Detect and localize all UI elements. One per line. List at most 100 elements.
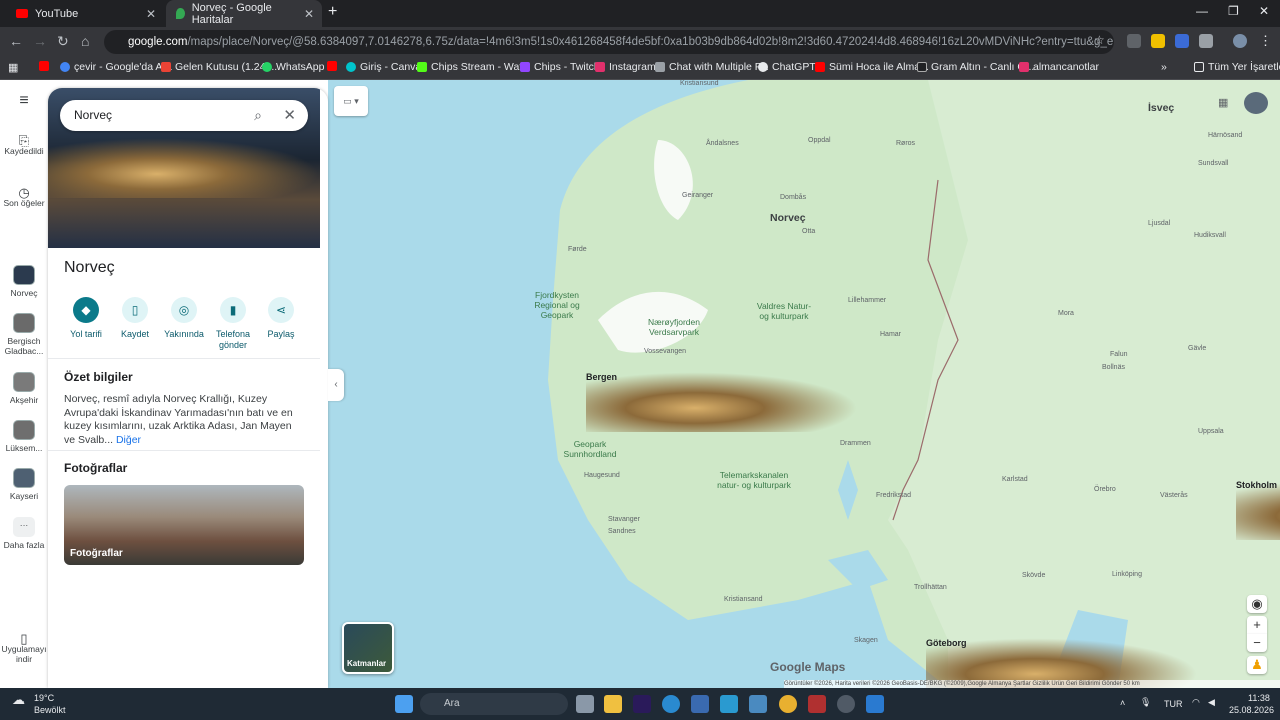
rail-item-luxembourg[interactable]: Lüksem... [0,420,48,453]
map-label-park[interactable]: Valdres Natur- og kulturpark [752,301,816,321]
map-label-place[interactable]: Trollhättan [914,584,947,591]
address-bar[interactable]: google.com/maps/place/Norveç/@58.6384097… [104,30,1114,54]
map-label-park[interactable]: Fjordkysten Regional og Geopark [526,290,588,320]
restore-icon[interactable]: ❐ [1228,4,1239,18]
close-window-icon[interactable]: ✕ [1259,4,1269,18]
all-bookmarks[interactable]: Tüm Yer İşaretleri [1194,61,1280,73]
bookmark-item[interactable]: çevir - Google'da Ara [60,61,172,73]
bookmark-item[interactable]: Giriş - Canva [346,61,421,73]
map-label-city[interactable]: Stokholm [1236,480,1280,540]
map-label-place[interactable]: Røros [896,140,915,147]
puzzle-icon[interactable] [1199,34,1213,48]
map-label-place[interactable]: Västerås [1160,492,1188,499]
close-icon[interactable]: ✕ [146,7,156,21]
bookmark-item[interactable]: Chat with Multiple F... [655,61,769,73]
map-label-place[interactable]: Linköping [1112,571,1142,578]
weather-icon[interactable]: ☁ [12,692,25,708]
rail-item-recent[interactable]: ◷ Son öğeler [0,186,48,208]
map-label-place[interactable]: Stavanger [608,516,640,523]
map-label-place[interactable]: Oppdal [808,137,831,144]
hamburger-menu-icon[interactable]: ≡ [0,93,48,109]
back-icon[interactable]: ← [9,33,23,49]
rail-item-saved[interactable]: ⎘ Kaydedildi [0,134,48,156]
photos-thumbnail[interactable]: Fotoğraflar [64,485,304,565]
map-label-country[interactable]: İsveç [1148,102,1174,114]
file-explorer-icon[interactable] [604,695,622,713]
pegman-icon[interactable]: ♟ [1247,656,1267,674]
start-icon[interactable] [395,695,413,713]
reload-icon[interactable]: ↻ [57,33,69,50]
map-label-place[interactable]: Skagen [854,637,878,644]
map-label-place[interactable]: Drammen [840,440,871,447]
account-avatar[interactable] [1244,92,1268,114]
rail-item-bergisch[interactable]: Bergisch Gladbac... [0,313,48,356]
bookmark-item[interactable] [327,61,341,71]
language-indicator[interactable]: TUR [1164,699,1183,709]
close-icon[interactable]: ✕ [304,7,314,21]
mic-icon[interactable]: 🎙 [1140,697,1151,708]
bookmark-item[interactable] [39,61,53,71]
apps-icon[interactable]: ▦ [8,61,18,74]
bookmark-item[interactable]: Instagram [595,61,656,73]
map-label-place[interactable]: Dombås [780,194,806,201]
map-label-place[interactable]: Haugesund [584,472,620,479]
bookmark-item[interactable]: Chips - Twitch [520,61,600,73]
directions-button[interactable]: ◆ Yol tarifi [58,297,114,340]
rail-item-norway[interactable]: Norveç [0,265,48,298]
map-label-place[interactable]: Falun [1110,351,1128,358]
taskbar-search[interactable]: Ara [420,693,568,715]
app-icon[interactable] [720,695,738,713]
new-tab-icon[interactable]: + [328,3,337,21]
zoom-in-button[interactable]: + [1247,616,1267,634]
map-label-place[interactable]: Hudiksvall [1194,232,1226,239]
tab-youtube[interactable]: YouTube ✕ [6,0,164,27]
map-label-place[interactable]: Førde [568,246,587,253]
map-label-place[interactable]: Örebro [1094,486,1116,493]
map-label-city[interactable]: Bergen [586,372,858,432]
zoom-out-button[interactable]: − [1247,634,1267,652]
map-label-place[interactable]: Gävle [1188,345,1206,352]
task-view-icon[interactable] [576,695,594,713]
chevron-right-icon[interactable]: » [1161,61,1167,73]
map-label-place[interactable]: Karlstad [1002,476,1028,483]
map-label-place[interactable]: Lillehammer [848,297,886,304]
bookmark-item[interactable]: ChatGPT [758,61,816,73]
minimize-icon[interactable]: — [1196,4,1208,18]
weather-desc[interactable]: Bewölkt [34,705,66,715]
map-label-place[interactable]: Kristiansund [680,80,719,87]
volume-icon[interactable]: ◀ [1208,697,1215,708]
vscode-icon[interactable] [866,695,884,713]
extension-icon[interactable] [1127,34,1141,48]
clock-time[interactable]: 11:38 [1248,693,1270,703]
app-icon[interactable] [808,695,826,713]
map-label-place[interactable]: Ljusdal [1148,220,1170,227]
map-label-park[interactable]: Telemarkskanalen natur- og kulturpark [714,470,794,490]
home-icon[interactable]: ⌂ [81,33,89,49]
map-label-place[interactable]: Skövde [1022,572,1045,579]
map-label-place[interactable]: Geiranger [682,192,713,199]
bookmark-item[interactable]: Chips Stream - Wat... [417,61,531,73]
map-label-park[interactable]: Geopark Sunnhordland [560,439,620,459]
map-label-place[interactable]: Åndalsnes [706,140,739,147]
map-label-place[interactable]: Fredrikstad [876,492,911,499]
chrome-icon[interactable] [779,695,797,713]
my-location-icon[interactable]: ◉ [1247,595,1267,613]
map-label-place[interactable]: Kristiansand [724,596,763,603]
extension-icon[interactable] [1151,34,1165,48]
clock-date[interactable]: 25.08.2026 [1229,705,1274,715]
edge-icon[interactable] [662,695,680,713]
map-label-place[interactable]: Sandnes [608,528,636,535]
app-icon[interactable] [837,695,855,713]
menu-icon[interactable]: ⋮ [1259,34,1273,48]
chevron-up-icon[interactable]: ˄ [1120,698,1125,708]
bookmark-item[interactable]: WhatsApp [262,61,324,73]
premiere-icon[interactable] [633,695,651,713]
mail-icon[interactable] [749,695,767,713]
profile-avatar[interactable] [1233,34,1247,48]
bookmark-item[interactable]: Gram Altın - Canlı G... [917,61,1034,73]
layers-button[interactable]: Katmanlar [342,622,394,674]
map-label-place[interactable]: Härnösand [1208,132,1242,139]
map-label-country[interactable]: Norveç [770,212,806,224]
rail-item-aksehir[interactable]: Akşehir [0,372,48,405]
store-icon[interactable] [691,695,709,713]
